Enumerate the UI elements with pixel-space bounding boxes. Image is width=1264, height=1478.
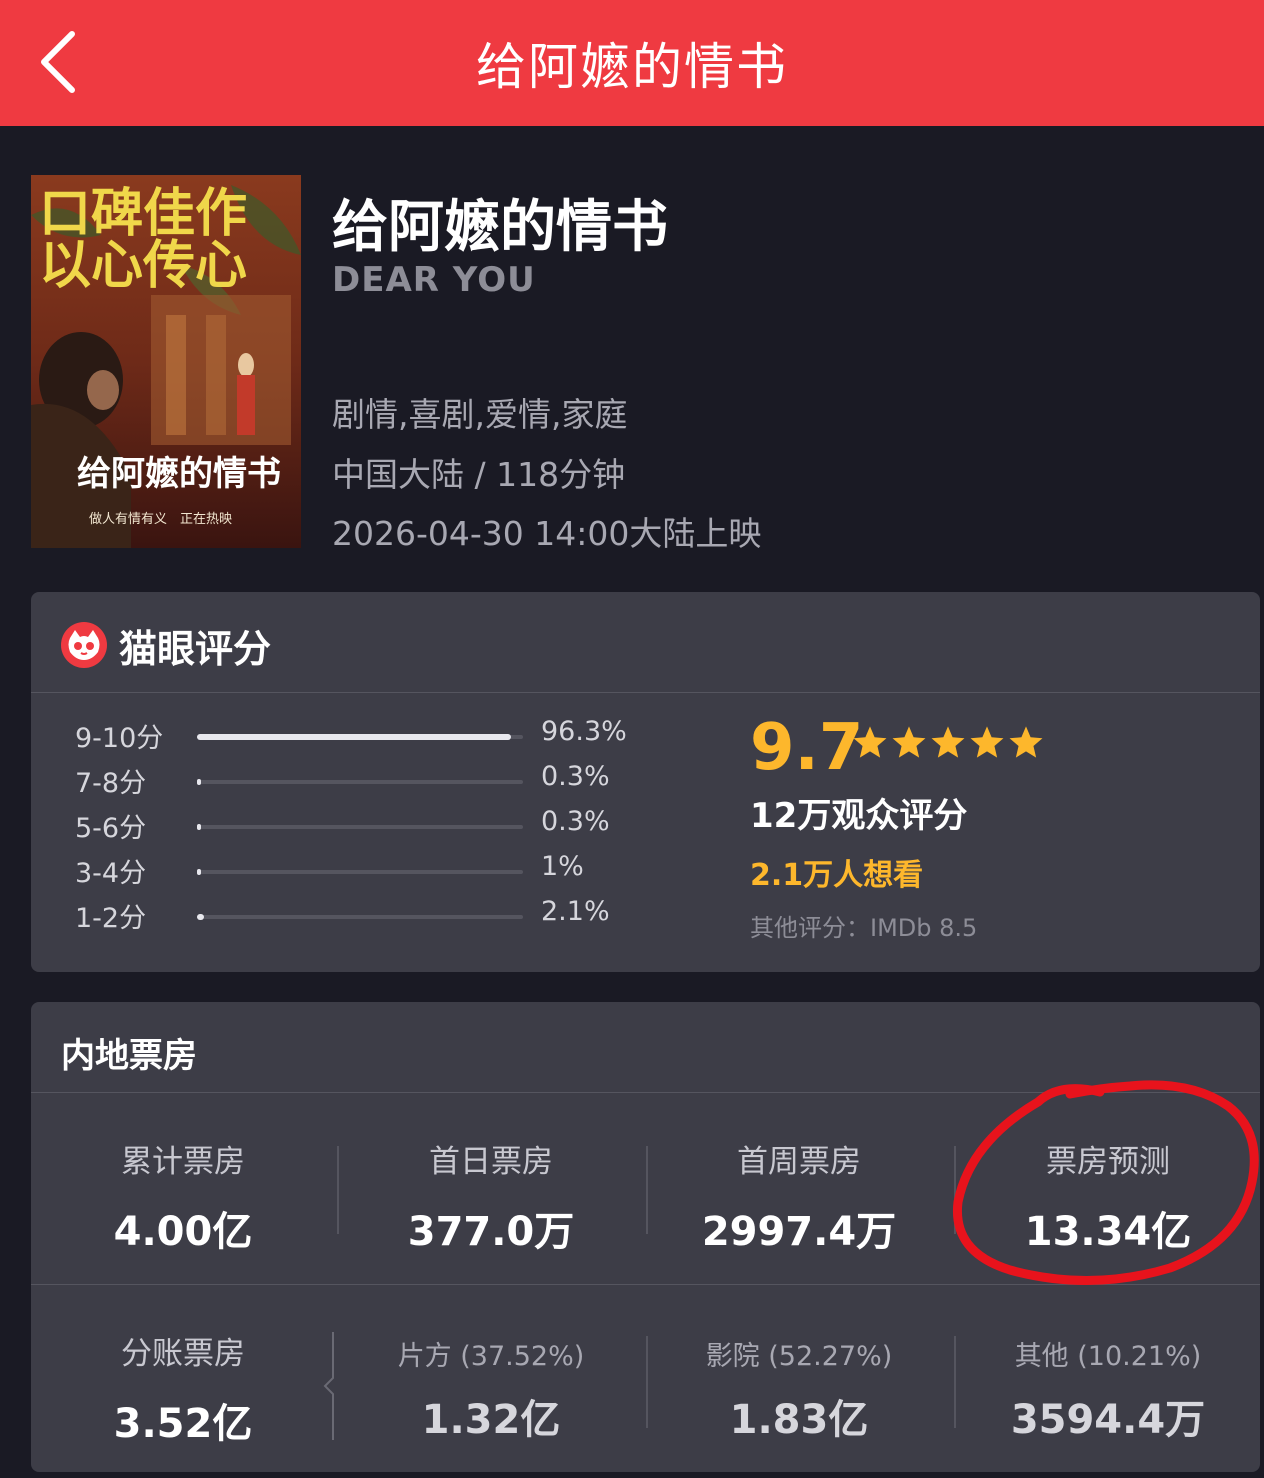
star-icon xyxy=(970,726,1004,758)
stat-label: 首日票房 xyxy=(429,1144,553,1180)
distribution-percent: 0.3% xyxy=(541,761,610,792)
distribution-fill xyxy=(197,779,201,785)
movie-english-title: DEAR YOU xyxy=(332,260,536,300)
distribution-fill xyxy=(197,734,511,740)
chevron-left-icon xyxy=(41,31,75,93)
stat-label: 票房预测 xyxy=(1046,1144,1170,1180)
stat-value: 4.00亿 xyxy=(113,1209,253,1255)
stat-split-box-office: 分账票房 3.52亿 xyxy=(33,1328,333,1449)
rating-heading: 猫眼评分 xyxy=(119,627,272,671)
box-office-divider xyxy=(31,1092,1260,1093)
stat-label: 首周票房 xyxy=(737,1144,861,1180)
star-icon xyxy=(1009,726,1043,758)
star-icon xyxy=(853,726,887,758)
stat-cinema-share: 影院 (52.27%) 1.83亿 xyxy=(649,1334,949,1445)
distribution-percent: 0.3% xyxy=(541,806,610,837)
stat-total-box-office: 累计票房 4.00亿 xyxy=(33,1136,333,1257)
stat-other-share: 其他 (10.21%) 3594.4万 xyxy=(958,1334,1258,1445)
distribution-track xyxy=(197,869,523,875)
rating-distribution-row: 1-2分 2.1% xyxy=(31,896,671,936)
stat-label: 片方 (37.52%) xyxy=(397,1341,585,1372)
distribution-fill xyxy=(197,869,201,875)
stat-box-office-forecast: 票房预测 13.34亿 xyxy=(958,1136,1258,1257)
distribution-percent: 2.1% xyxy=(541,896,610,927)
column-divider xyxy=(646,1336,648,1428)
rating-distribution-row: 7-8分 0.3% xyxy=(31,761,671,801)
other-rating[interactable]: 其他评分：IMDb 8.5 xyxy=(750,908,977,943)
svg-text:以心传心: 以心传心 xyxy=(39,235,247,296)
stat-label: 影院 (52.27%) xyxy=(705,1341,893,1372)
star-icon xyxy=(892,726,926,758)
stat-value: 1.32亿 xyxy=(421,1397,561,1443)
star-icon xyxy=(931,726,965,758)
stat-label: 其他 (10.21%) xyxy=(1014,1341,1202,1372)
rating-score: 9.7 xyxy=(750,711,864,785)
stat-first-week-box-office: 首周票房 2997.4万 xyxy=(649,1136,949,1257)
distribution-fill xyxy=(197,824,201,830)
rating-card[interactable]: 猫眼评分 9-10分 96.3% 7-8分 0.3% 5-6分 0.3% 3-4… xyxy=(31,592,1260,972)
distribution-label: 5-6分 xyxy=(75,813,147,844)
distribution-track xyxy=(197,734,523,740)
movie-title: 给阿嬷的情书 xyxy=(332,195,668,260)
distribution-track xyxy=(197,779,523,785)
top-bar: 给阿嬷的情书 xyxy=(0,0,1264,126)
rating-distribution-row: 3-4分 1% xyxy=(31,851,671,891)
rating-distribution-row: 9-10分 96.3% xyxy=(31,716,671,756)
column-divider xyxy=(954,1146,956,1234)
movie-poster[interactable]: 口碑佳作 以心传心 给阿嬷的情书 做人有情有义 正在热映 xyxy=(31,175,301,548)
svg-text:给阿嬷的情书: 给阿嬷的情书 xyxy=(77,454,281,494)
rating-divider xyxy=(31,692,1260,693)
stat-label: 累计票房 xyxy=(121,1144,245,1180)
distribution-fill xyxy=(197,914,204,920)
column-divider xyxy=(954,1336,956,1428)
audience-count: 12万观众评分 xyxy=(750,796,968,836)
back-button[interactable] xyxy=(28,22,88,102)
box-office-card[interactable]: 内地票房 累计票房 4.00亿 首日票房 377.0万 首周票房 2997.4万… xyxy=(31,1002,1260,1472)
movie-region-duration: 中国大陆 / 118分钟 xyxy=(332,455,626,494)
column-divider xyxy=(646,1146,648,1234)
distribution-percent: 1% xyxy=(541,851,584,882)
stat-value: 377.0万 xyxy=(407,1209,575,1255)
maoyan-cat-icon xyxy=(61,622,107,668)
box-office-heading: 内地票房 xyxy=(61,1036,197,1076)
movie-release-date: 2026-04-30 14:00大陆上映 xyxy=(332,514,762,553)
stat-value: 1.83亿 xyxy=(729,1397,869,1443)
distribution-label: 3-4分 xyxy=(75,858,147,889)
page-title: 给阿嬷的情书 xyxy=(476,38,788,96)
distribution-label: 7-8分 xyxy=(75,768,147,799)
distribution-track xyxy=(197,914,523,920)
want-to-see-count: 2.1万人想看 xyxy=(750,858,924,893)
stat-value: 3.52亿 xyxy=(113,1401,253,1447)
distribution-percent: 96.3% xyxy=(541,716,627,747)
star-rating xyxy=(851,724,1045,762)
rating-distribution-row: 5-6分 0.3% xyxy=(31,806,671,846)
svg-text:做人有情有义 正在热映: 做人有情有义 正在热映 xyxy=(89,512,232,527)
stat-value: 13.34亿 xyxy=(1024,1209,1192,1255)
stat-value: 2997.4万 xyxy=(701,1209,897,1255)
stat-value: 3594.4万 xyxy=(1010,1397,1206,1443)
distribution-label: 1-2分 xyxy=(75,903,147,934)
distribution-track xyxy=(197,824,523,830)
movie-genres: 剧情,喜剧,爱情,家庭 xyxy=(332,395,628,434)
stat-first-day-box-office: 首日票房 377.0万 xyxy=(341,1136,641,1257)
distribution-label: 9-10分 xyxy=(75,723,164,754)
box-office-row-divider xyxy=(31,1284,1260,1285)
stat-label: 分账票房 xyxy=(121,1336,245,1372)
stat-distributor-share: 片方 (37.52%) 1.32亿 xyxy=(341,1334,641,1445)
column-divider xyxy=(337,1146,339,1234)
